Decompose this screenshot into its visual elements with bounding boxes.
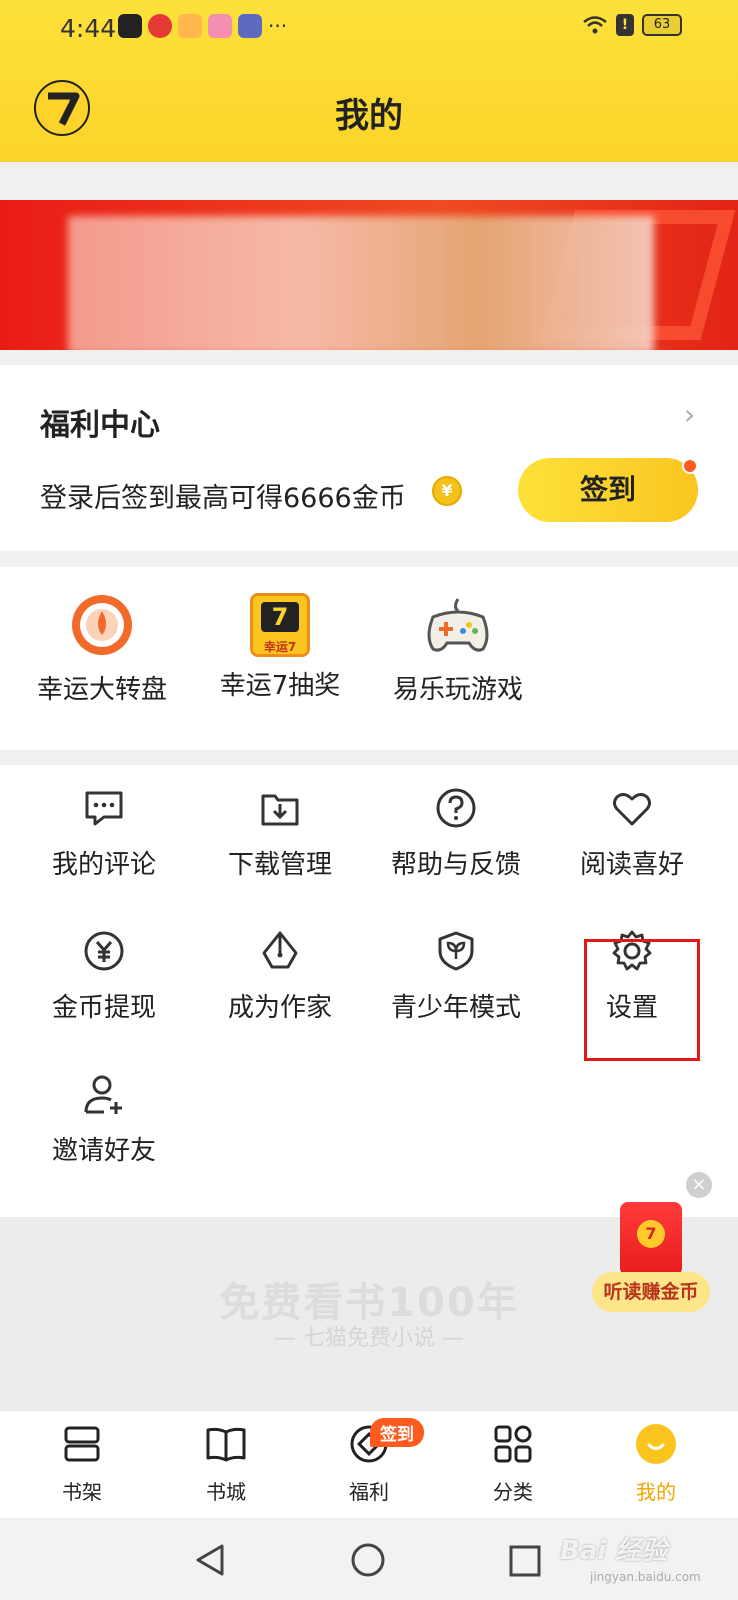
recents-icon[interactable] bbox=[508, 1544, 542, 1578]
menu-label: 我的评论 bbox=[51, 850, 156, 880]
feature-game[interactable]: 易乐玩游戏 bbox=[378, 593, 538, 706]
nav-label: 分类 bbox=[493, 1480, 533, 1504]
status-app-icons: ··· bbox=[118, 14, 287, 38]
nav-bookstore[interactable]: 书城 bbox=[166, 1422, 286, 1505]
app-notification-icon bbox=[208, 14, 232, 38]
menu-teen-mode[interactable]: 青少年模式 bbox=[368, 929, 544, 1024]
menu-label: 下载管理 bbox=[227, 850, 332, 880]
menu-coin-withdraw[interactable]: 金币提现 bbox=[16, 929, 192, 1024]
nav-label: 书城 bbox=[206, 1480, 246, 1504]
lucky7-badge: 幸运7 bbox=[263, 640, 297, 654]
nav-label: 福利 bbox=[349, 1480, 389, 1504]
watermark-url: jingyan.baidu.com bbox=[590, 1570, 701, 1584]
download-icon bbox=[261, 794, 299, 826]
menu-become-writer[interactable]: 成为作家 bbox=[192, 929, 368, 1024]
menu-label: 成为作家 bbox=[227, 993, 332, 1023]
lucky7-icon: 7 幸运7 bbox=[250, 593, 310, 657]
profile-icon bbox=[636, 1424, 676, 1464]
lucky-wheel-icon bbox=[72, 595, 132, 655]
chevron-right-icon[interactable]: › bbox=[684, 398, 695, 431]
app-notification-icon bbox=[238, 14, 262, 38]
feature-label: 幸运大转盘 bbox=[36, 675, 167, 705]
welfare-description: 登录后签到最高可得6666金币 bbox=[40, 483, 406, 514]
feature-lucky-wheel[interactable]: 幸运大转盘 bbox=[22, 593, 182, 706]
banner-image bbox=[68, 216, 654, 350]
welfare-title: 福利中心 bbox=[40, 408, 160, 443]
close-icon[interactable]: × bbox=[686, 1172, 712, 1198]
notification-dot bbox=[682, 458, 698, 474]
red-packet-coin-icon: 7 bbox=[637, 1220, 665, 1248]
nav-profile[interactable]: 我的 bbox=[596, 1422, 716, 1505]
heart-icon bbox=[613, 792, 651, 826]
pen-nib-icon bbox=[262, 931, 298, 969]
nav-category[interactable]: 分类 bbox=[453, 1422, 573, 1505]
feature-label: 幸运7抽奖 bbox=[219, 671, 341, 701]
menu-help-feedback[interactable]: 帮助与反馈 bbox=[368, 786, 544, 881]
bookshelf-icon bbox=[64, 1426, 100, 1462]
feature-lucky7[interactable]: 7 幸运7 幸运7抽奖 bbox=[200, 593, 360, 702]
app-notification-icon bbox=[118, 14, 142, 38]
nav-label: 书架 bbox=[62, 1480, 102, 1504]
menu-label: 阅读喜好 bbox=[579, 850, 684, 880]
menu-label: 帮助与反馈 bbox=[390, 850, 521, 880]
page-title: 我的 bbox=[335, 96, 403, 136]
coin-withdraw-icon bbox=[84, 931, 124, 971]
app-notification-icon bbox=[148, 14, 172, 38]
battery-icon: 63 bbox=[642, 14, 682, 36]
gamepad-icon bbox=[427, 598, 489, 652]
open-book-icon bbox=[206, 1427, 246, 1462]
comment-icon bbox=[85, 791, 123, 826]
status-time: 4:44 bbox=[60, 14, 117, 43]
checkin-button[interactable]: 签到 bbox=[518, 458, 698, 522]
checkin-badge: 签到 bbox=[370, 1418, 424, 1447]
alert-icon: ! bbox=[616, 14, 634, 36]
menu-label: 邀请好友 bbox=[51, 1136, 156, 1166]
more-notifications-icon: ··· bbox=[268, 14, 288, 38]
add-user-icon bbox=[84, 1075, 122, 1114]
status-right: ! 63 bbox=[582, 14, 682, 36]
help-icon bbox=[436, 788, 476, 828]
teen-shield-icon bbox=[438, 931, 474, 971]
app-notification-icon bbox=[178, 14, 202, 38]
grid-icon bbox=[494, 1425, 532, 1463]
menu-label: 青少年模式 bbox=[390, 993, 521, 1023]
menu-my-comments[interactable]: 我的评论 bbox=[16, 786, 192, 881]
home-icon[interactable] bbox=[350, 1542, 386, 1578]
menu-downloads[interactable]: 下载管理 bbox=[192, 786, 368, 881]
feature-label: 易乐玩游戏 bbox=[392, 675, 523, 705]
promo-banner[interactable] bbox=[0, 200, 738, 350]
watermark: Bai 经验 bbox=[560, 1536, 668, 1566]
back-icon[interactable] bbox=[192, 1542, 228, 1578]
coin-icon: ¥ bbox=[432, 476, 462, 506]
listen-earn-button[interactable]: 听读赚金币 bbox=[592, 1272, 710, 1312]
menu-invite-friends[interactable]: 邀请好友 bbox=[16, 1072, 192, 1167]
settings-highlight-box bbox=[584, 939, 700, 1061]
slogan-subtitle: — 七猫免费小说 — bbox=[274, 1326, 464, 1351]
nav-bookshelf[interactable]: 书架 bbox=[22, 1422, 142, 1505]
menu-label: 金币提现 bbox=[51, 993, 156, 1023]
menu-reading-preferences[interactable]: 阅读喜好 bbox=[544, 786, 720, 881]
nav-label: 我的 bbox=[636, 1480, 676, 1504]
wifi-icon bbox=[583, 16, 607, 34]
